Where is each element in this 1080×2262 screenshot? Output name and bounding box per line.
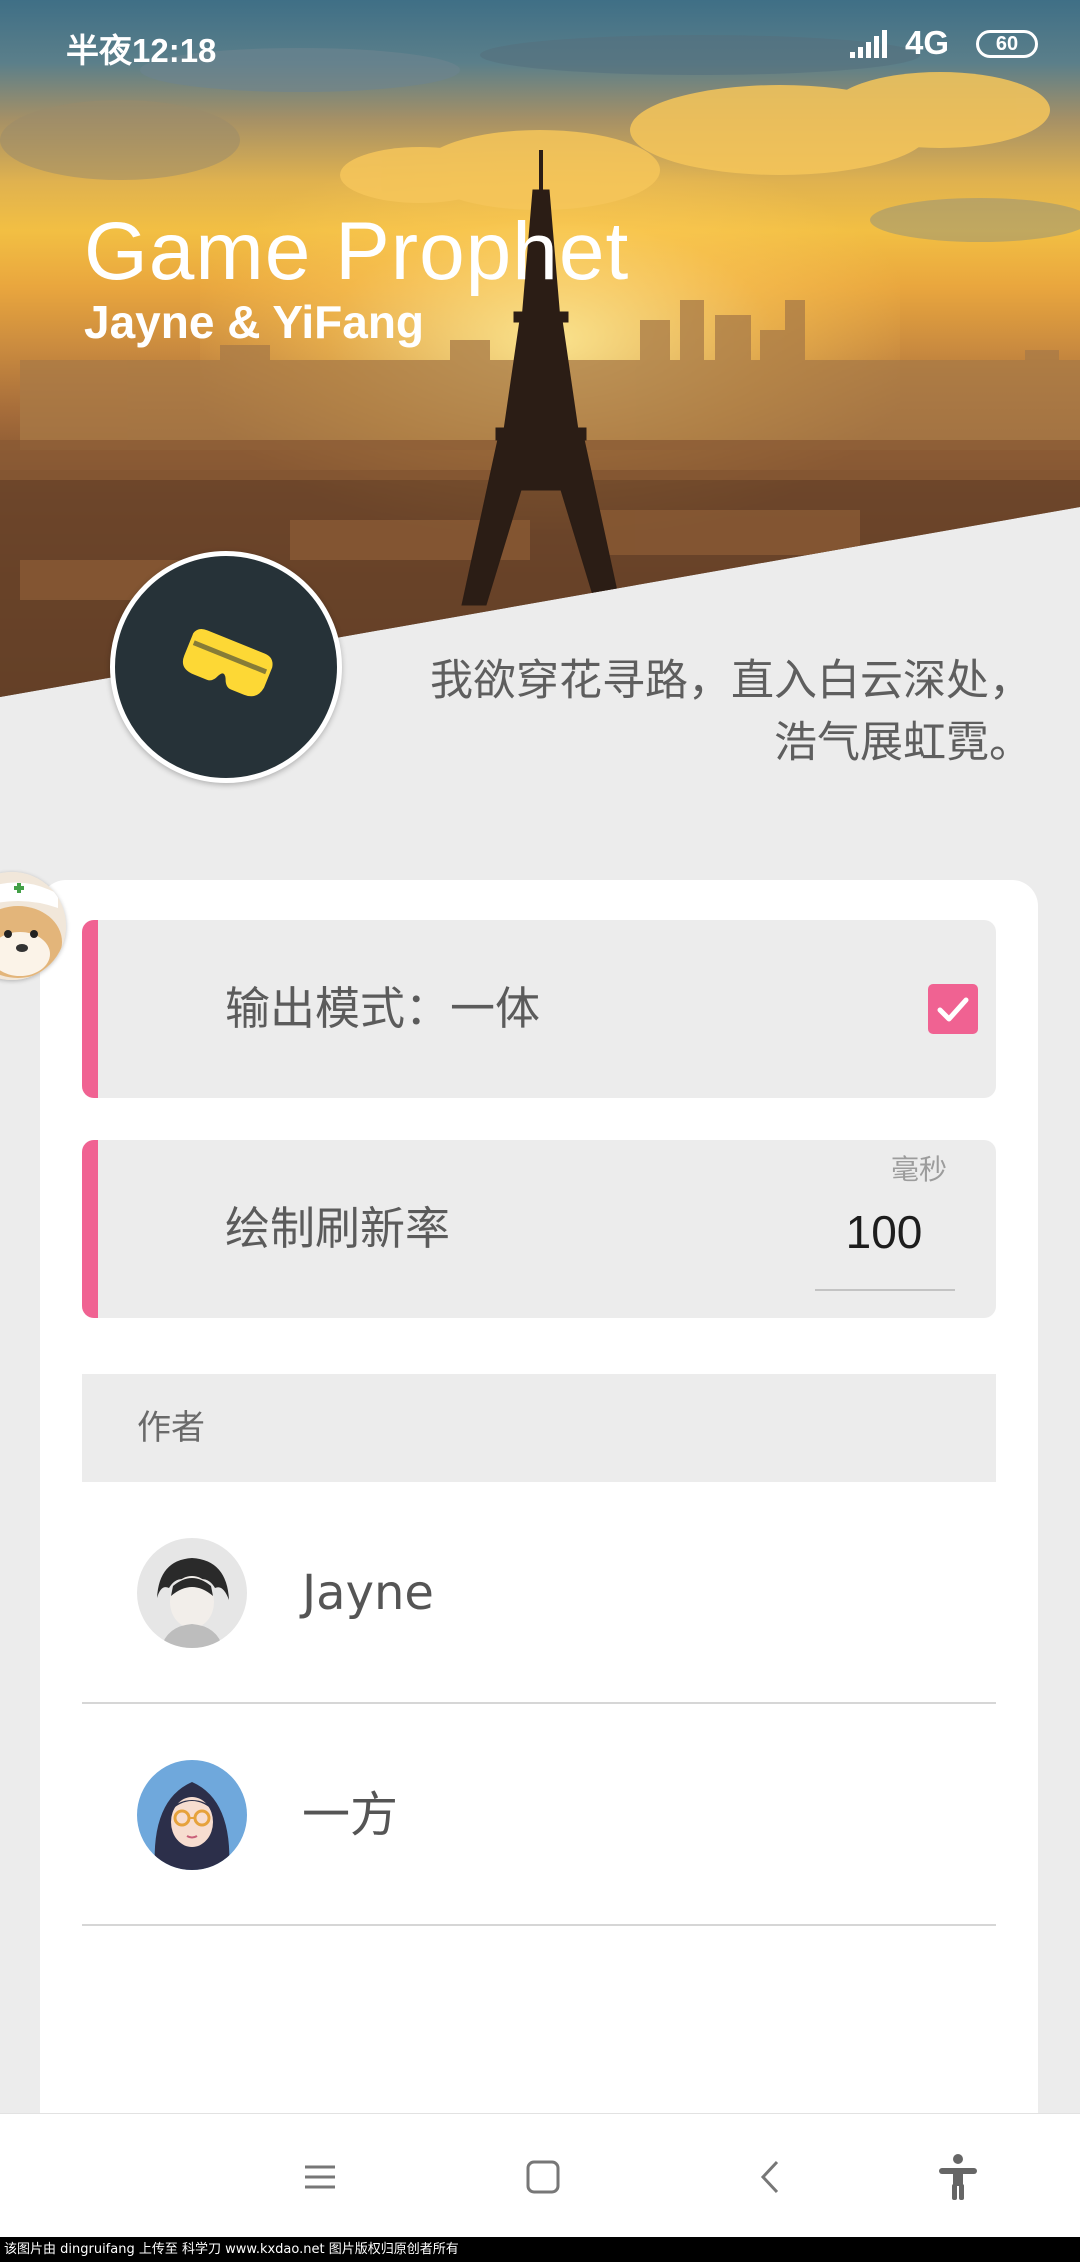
app-logo bbox=[110, 551, 342, 783]
navigation-bar bbox=[0, 2113, 1080, 2238]
input-underline bbox=[815, 1289, 955, 1291]
accessibility-button[interactable] bbox=[923, 2142, 993, 2212]
app-subtitle: Jayne & YiFang bbox=[84, 296, 425, 348]
motto: 我欲穿花寻路，直入白云深处， 浩气展虹霓。 bbox=[312, 650, 1032, 774]
refresh-rate-input[interactable]: 100 bbox=[814, 1205, 954, 1259]
refresh-rate-label: 绘制刷新率 bbox=[225, 1202, 451, 1255]
author-item[interactable]: 一方 bbox=[82, 1704, 996, 1926]
vr-goggles-icon bbox=[182, 629, 273, 697]
refresh-rate-setting: 绘制刷新率 毫秒 100 bbox=[82, 1140, 996, 1318]
author-avatar bbox=[137, 1538, 247, 1648]
home-square-icon bbox=[526, 2160, 560, 2194]
refresh-rate-unit: 毫秒 bbox=[890, 1153, 947, 1186]
battery-level: 60 bbox=[995, 33, 1019, 55]
author-item[interactable]: Jayne bbox=[82, 1482, 996, 1704]
app-title: Game Prophet bbox=[84, 206, 630, 297]
divider bbox=[82, 1924, 996, 1926]
menu-button[interactable] bbox=[285, 2142, 355, 2212]
output-mode-setting[interactable]: 输出模式：一体 bbox=[82, 920, 996, 1098]
menu-icon bbox=[305, 2165, 335, 2189]
authors-section-header: 作者 bbox=[82, 1374, 996, 1482]
back-chevron-icon bbox=[760, 2160, 779, 2194]
accessibility-icon bbox=[939, 2154, 977, 2200]
authors-header-label: 作者 bbox=[137, 1408, 205, 1448]
motto-line-1: 我欲穿花寻路，直入白云深处， bbox=[430, 656, 1032, 706]
author-name: Jayne bbox=[302, 1565, 434, 1621]
watermark-text: 该图片由 dingruifang 上传至 科学刀 www.kxdao.net 图… bbox=[0, 2237, 1080, 2262]
motto-line-2: 浩气展虹霓。 bbox=[774, 718, 1032, 768]
signal-bars-icon bbox=[850, 30, 887, 58]
settings-card: 输出模式：一体 绘制刷新率 毫秒 100 作者 Jayne 一方 bbox=[40, 880, 1038, 2130]
accent-bar bbox=[82, 920, 98, 1098]
back-button[interactable] bbox=[735, 2142, 805, 2212]
author-avatar bbox=[137, 1760, 247, 1870]
author-name: 一方 bbox=[302, 1787, 399, 1843]
battery-icon: 60 bbox=[976, 30, 1038, 58]
output-mode-checkbox[interactable] bbox=[928, 984, 978, 1034]
check-icon bbox=[937, 997, 969, 1022]
status-time: 半夜12:18 bbox=[66, 32, 217, 69]
output-mode-label: 输出模式：一体 bbox=[225, 982, 541, 1035]
network-type: 4G bbox=[905, 24, 950, 61]
accent-bar bbox=[82, 1140, 98, 1318]
home-button[interactable] bbox=[508, 2142, 578, 2212]
status-bar: 半夜12:18 4G 60 bbox=[0, 0, 1080, 92]
